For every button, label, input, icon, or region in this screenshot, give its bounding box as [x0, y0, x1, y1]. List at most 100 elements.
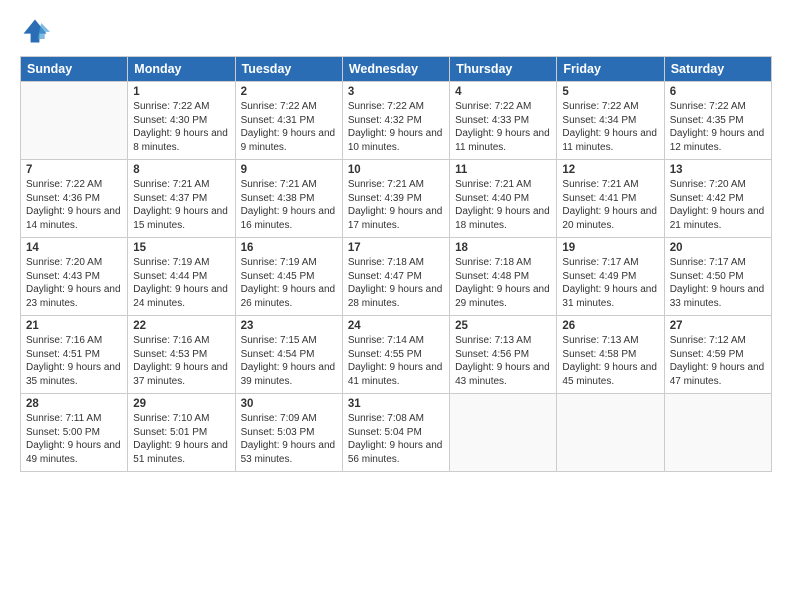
- calendar-cell: 11 Sunrise: 7:21 AMSunset: 4:40 PMDayligh…: [450, 160, 557, 238]
- calendar-cell: 15 Sunrise: 7:19 AMSunset: 4:44 PMDayligh…: [128, 238, 235, 316]
- weekday-header-saturday: Saturday: [664, 57, 771, 82]
- day-number: 28: [26, 398, 122, 410]
- day-number: 25: [455, 320, 551, 332]
- calendar-cell: 21 Sunrise: 7:16 AMSunset: 4:51 PMDayligh…: [21, 316, 128, 394]
- day-number: 14: [26, 242, 122, 254]
- calendar-cell: 29 Sunrise: 7:10 AMSunset: 5:01 PMDayligh…: [128, 394, 235, 472]
- calendar-cell: 22 Sunrise: 7:16 AMSunset: 4:53 PMDayligh…: [128, 316, 235, 394]
- day-number: 18: [455, 242, 551, 254]
- day-info: Sunrise: 7:15 AMSunset: 4:54 PMDaylight:…: [241, 334, 337, 388]
- calendar-week-row: 7 Sunrise: 7:22 AMSunset: 4:36 PMDaylight…: [21, 160, 772, 238]
- day-info: Sunrise: 7:22 AMSunset: 4:32 PMDaylight:…: [348, 100, 444, 154]
- header: [20, 16, 772, 46]
- day-info: Sunrise: 7:22 AMSunset: 4:36 PMDaylight:…: [26, 178, 122, 232]
- day-info: Sunrise: 7:21 AMSunset: 4:41 PMDaylight:…: [562, 178, 658, 232]
- calendar-cell: 19 Sunrise: 7:17 AMSunset: 4:49 PMDayligh…: [557, 238, 664, 316]
- day-info: Sunrise: 7:22 AMSunset: 4:34 PMDaylight:…: [562, 100, 658, 154]
- logo-icon: [20, 16, 50, 46]
- calendar-cell: 28 Sunrise: 7:11 AMSunset: 5:00 PMDayligh…: [21, 394, 128, 472]
- calendar-cell: 27 Sunrise: 7:12 AMSunset: 4:59 PMDayligh…: [664, 316, 771, 394]
- weekday-header-row: SundayMondayTuesdayWednesdayThursdayFrid…: [21, 57, 772, 82]
- day-number: 20: [670, 242, 766, 254]
- day-number: 16: [241, 242, 337, 254]
- calendar-cell: 23Sunrise: 7:15 AMSunset: 4:54 PMDayligh…: [235, 316, 342, 394]
- weekday-header-friday: Friday: [557, 57, 664, 82]
- day-info: Sunrise: 7:22 AMSunset: 4:30 PMDaylight:…: [133, 100, 229, 154]
- weekday-header-monday: Monday: [128, 57, 235, 82]
- day-number: 6: [670, 86, 766, 98]
- calendar-cell: 10Sunrise: 7:21 AMSunset: 4:39 PMDayligh…: [342, 160, 449, 238]
- calendar-cell: 16Sunrise: 7:19 AMSunset: 4:45 PMDayligh…: [235, 238, 342, 316]
- day-info: Sunrise: 7:16 AMSunset: 4:53 PMDaylight:…: [133, 334, 229, 388]
- day-info: Sunrise: 7:22 AMSunset: 4:31 PMDaylight:…: [241, 100, 337, 154]
- calendar-cell: 25 Sunrise: 7:13 AMSunset: 4:56 PMDayligh…: [450, 316, 557, 394]
- day-number: 19: [562, 242, 658, 254]
- day-number: 13: [670, 164, 766, 176]
- page: SundayMondayTuesdayWednesdayThursdayFrid…: [0, 0, 792, 612]
- calendar-cell: [450, 394, 557, 472]
- day-info: Sunrise: 7:14 AMSunset: 4:55 PMDaylight:…: [348, 334, 444, 388]
- day-number: 2: [241, 86, 337, 98]
- calendar-cell: 12 Sunrise: 7:21 AMSunset: 4:41 PMDayligh…: [557, 160, 664, 238]
- calendar-body: 1 Sunrise: 7:22 AMSunset: 4:30 PMDaylight…: [21, 82, 772, 472]
- calendar-cell: 1 Sunrise: 7:22 AMSunset: 4:30 PMDaylight…: [128, 82, 235, 160]
- day-number: 3: [348, 86, 444, 98]
- weekday-header-sunday: Sunday: [21, 57, 128, 82]
- day-info: Sunrise: 7:18 AMSunset: 4:48 PMDaylight:…: [455, 256, 551, 310]
- day-info: Sunrise: 7:17 AMSunset: 4:49 PMDaylight:…: [562, 256, 658, 310]
- day-number: 29: [133, 398, 229, 410]
- calendar-cell: 9 Sunrise: 7:21 AMSunset: 4:38 PMDaylight…: [235, 160, 342, 238]
- day-info: Sunrise: 7:10 AMSunset: 5:01 PMDaylight:…: [133, 412, 229, 466]
- calendar-week-row: 28 Sunrise: 7:11 AMSunset: 5:00 PMDayligh…: [21, 394, 772, 472]
- day-number: 24: [348, 320, 444, 332]
- day-info: Sunrise: 7:21 AMSunset: 4:40 PMDaylight:…: [455, 178, 551, 232]
- calendar-week-row: 1 Sunrise: 7:22 AMSunset: 4:30 PMDaylight…: [21, 82, 772, 160]
- day-number: 9: [241, 164, 337, 176]
- day-number: 8: [133, 164, 229, 176]
- day-info: Sunrise: 7:21 AMSunset: 4:38 PMDaylight:…: [241, 178, 337, 232]
- day-info: Sunrise: 7:12 AMSunset: 4:59 PMDaylight:…: [670, 334, 766, 388]
- logo: [20, 16, 54, 46]
- day-number: 4: [455, 86, 551, 98]
- day-number: 12: [562, 164, 658, 176]
- day-info: Sunrise: 7:19 AMSunset: 4:44 PMDaylight:…: [133, 256, 229, 310]
- calendar-table: SundayMondayTuesdayWednesdayThursdayFrid…: [20, 56, 772, 472]
- day-info: Sunrise: 7:22 AMSunset: 4:33 PMDaylight:…: [455, 100, 551, 154]
- weekday-header-wednesday: Wednesday: [342, 57, 449, 82]
- calendar-cell: 14Sunrise: 7:20 AMSunset: 4:43 PMDayligh…: [21, 238, 128, 316]
- day-number: 11: [455, 164, 551, 176]
- day-info: Sunrise: 7:09 AMSunset: 5:03 PMDaylight:…: [241, 412, 337, 466]
- calendar-week-row: 14Sunrise: 7:20 AMSunset: 4:43 PMDayligh…: [21, 238, 772, 316]
- calendar-cell: 6Sunrise: 7:22 AMSunset: 4:35 PMDaylight…: [664, 82, 771, 160]
- day-info: Sunrise: 7:18 AMSunset: 4:47 PMDaylight:…: [348, 256, 444, 310]
- calendar-cell: 7 Sunrise: 7:22 AMSunset: 4:36 PMDaylight…: [21, 160, 128, 238]
- day-info: Sunrise: 7:20 AMSunset: 4:42 PMDaylight:…: [670, 178, 766, 232]
- day-number: 1: [133, 86, 229, 98]
- day-number: 17: [348, 242, 444, 254]
- day-number: 26: [562, 320, 658, 332]
- day-number: 22: [133, 320, 229, 332]
- weekday-header-thursday: Thursday: [450, 57, 557, 82]
- calendar-cell: 20 Sunrise: 7:17 AMSunset: 4:50 PMDayligh…: [664, 238, 771, 316]
- calendar-cell: [21, 82, 128, 160]
- calendar-cell: 18 Sunrise: 7:18 AMSunset: 4:48 PMDayligh…: [450, 238, 557, 316]
- day-number: 21: [26, 320, 122, 332]
- day-number: 5: [562, 86, 658, 98]
- day-info: Sunrise: 7:17 AMSunset: 4:50 PMDaylight:…: [670, 256, 766, 310]
- day-info: Sunrise: 7:21 AMSunset: 4:37 PMDaylight:…: [133, 178, 229, 232]
- calendar-header: SundayMondayTuesdayWednesdayThursdayFrid…: [21, 57, 772, 82]
- calendar-cell: 3 Sunrise: 7:22 AMSunset: 4:32 PMDaylight…: [342, 82, 449, 160]
- day-number: 7: [26, 164, 122, 176]
- calendar-cell: 31Sunrise: 7:08 AMSunset: 5:04 PMDayligh…: [342, 394, 449, 472]
- day-number: 30: [241, 398, 337, 410]
- day-info: Sunrise: 7:13 AMSunset: 4:58 PMDaylight:…: [562, 334, 658, 388]
- day-info: Sunrise: 7:13 AMSunset: 4:56 PMDaylight:…: [455, 334, 551, 388]
- calendar-cell: 4 Sunrise: 7:22 AMSunset: 4:33 PMDaylight…: [450, 82, 557, 160]
- calendar-cell: [557, 394, 664, 472]
- day-info: Sunrise: 7:11 AMSunset: 5:00 PMDaylight:…: [26, 412, 122, 466]
- day-number: 15: [133, 242, 229, 254]
- day-info: Sunrise: 7:16 AMSunset: 4:51 PMDaylight:…: [26, 334, 122, 388]
- day-number: 27: [670, 320, 766, 332]
- calendar-cell: 26 Sunrise: 7:13 AMSunset: 4:58 PMDayligh…: [557, 316, 664, 394]
- calendar-cell: 2 Sunrise: 7:22 AMSunset: 4:31 PMDaylight…: [235, 82, 342, 160]
